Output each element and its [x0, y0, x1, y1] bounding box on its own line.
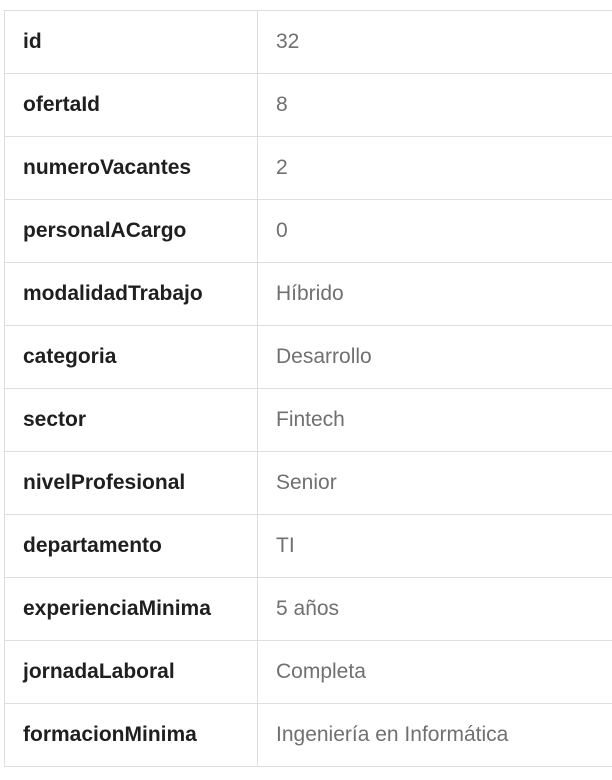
field-value: Híbrido [257, 262, 612, 326]
field-value: Fintech [257, 388, 612, 452]
table-row: numeroVacantes 2 [4, 136, 612, 200]
field-value: Completa [257, 640, 612, 704]
table-row: experienciaMinima 5 años [4, 577, 612, 641]
field-value: 0 [257, 199, 612, 263]
field-value: Desarrollo [257, 325, 612, 389]
field-name: modalidadTrabajo [4, 262, 258, 326]
field-value: 2 [257, 136, 612, 200]
field-value: 32 [257, 10, 612, 74]
field-name: ofertaId [4, 73, 258, 137]
table-row: nivelProfesional Senior [4, 451, 612, 515]
field-value: TI [257, 514, 612, 578]
field-name: numeroVacantes [4, 136, 258, 200]
field-value: Ingeniería en Informática [257, 703, 612, 767]
field-name: formacionMinima [4, 703, 258, 767]
table-row: categoria Desarrollo [4, 325, 612, 389]
field-name: jornadaLaboral [4, 640, 258, 704]
field-name: experienciaMinima [4, 577, 258, 641]
table-row: departamento TI [4, 514, 612, 578]
field-name: departamento [4, 514, 258, 578]
field-value: Senior [257, 451, 612, 515]
field-value: 8 [257, 73, 612, 137]
field-name: personalACargo [4, 199, 258, 263]
field-name: categoria [4, 325, 258, 389]
table-row: modalidadTrabajo Híbrido [4, 262, 612, 326]
field-name: id [4, 10, 258, 74]
details-table: id 32 ofertaId 8 numeroVacantes 2 person… [4, 10, 612, 767]
table-row: sector Fintech [4, 388, 612, 452]
table-row: personalACargo 0 [4, 199, 612, 263]
details-table-container: id 32 ofertaId 8 numeroVacantes 2 person… [4, 10, 612, 767]
field-name: nivelProfesional [4, 451, 258, 515]
field-value: 5 años [257, 577, 612, 641]
table-row: ofertaId 8 [4, 73, 612, 137]
table-row: id 32 [4, 10, 612, 74]
table-row: formacionMinima Ingeniería en Informátic… [4, 703, 612, 767]
table-row: jornadaLaboral Completa [4, 640, 612, 704]
field-name: sector [4, 388, 258, 452]
